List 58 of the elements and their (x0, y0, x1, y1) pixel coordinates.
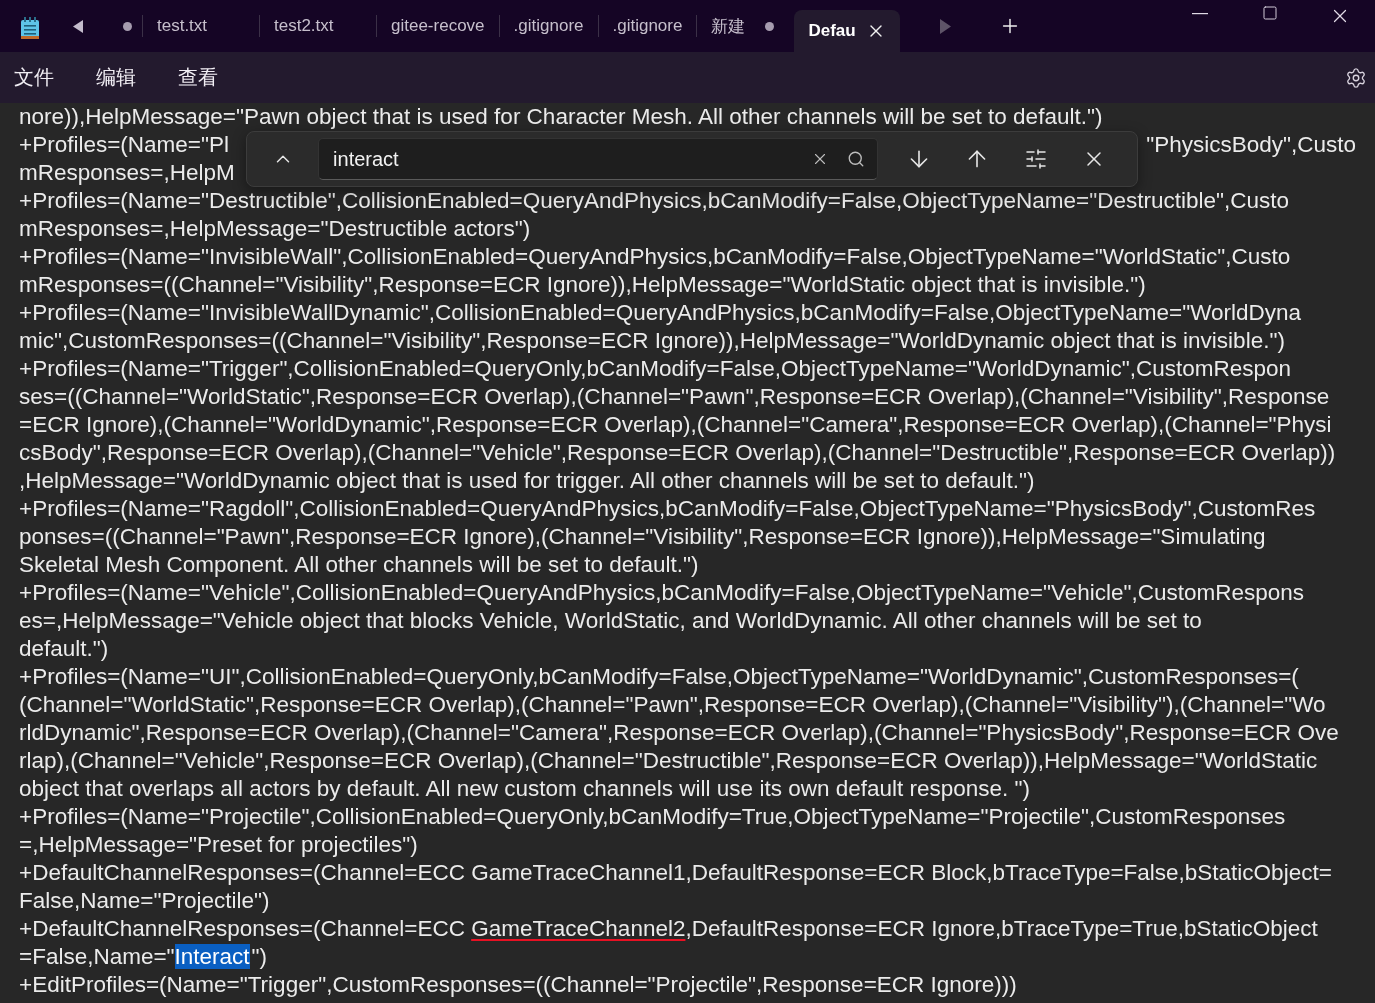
code-line: mic",CustomResponses=((Channel="Visibility",Response=ECR Ignore)),HelpMessage="WorldDynamic object that is invisible.") (19, 327, 1286, 355)
code-line: +DefaultChannelResponses=(Channel=ECC GameTraceChannel1,DefaultResponse=ECR Block,bTraceType=False,bStaticObject= (19, 859, 1333, 887)
code-line: nore)),HelpMessage="Pawn object that is used for Character Mesh. All other channels will be set to default.") (19, 103, 1104, 131)
tab[interactable]: .gitignore (598, 0, 697, 52)
selected-text: Interact (174, 944, 250, 969)
code-line: False,Name="Projectile") (19, 887, 271, 915)
code-line: +Profiles=(Name="Trigger",CollisionEnabled=QueryOnly,bCanModify=False,ObjectTypeName="WorldDynamic",CustomRespon (19, 355, 1293, 383)
code-text: +DefaultChannelResponses=(Channel=ECC (19, 916, 466, 941)
code-line: +Profiles=(Name="InvisibleWall",CollisionEnabled=QueryAndPhysics,bCanModify=False,ObjectTypeName="WorldStatic",Custo (19, 243, 1292, 271)
code-line: +Profiles=(Name="Destructible",CollisionEnabled=QueryAndPhysics,bCanModify=False,ObjectTypeName="Destructible",Custo (19, 187, 1291, 215)
maximize-icon (1262, 5, 1278, 21)
tab[interactable]: Defau (794, 10, 900, 52)
code-line: =,HelpMessage="Preset for projectiles") (19, 831, 419, 859)
notepad-icon (20, 17, 40, 39)
sliders-icon (1023, 147, 1048, 171)
code-line: rldDynamic",Response=ECR Overlap),(Channel="Camera",Response=ECR Overlap),(Channel="PhysicsBody",Response=ECR Ove (19, 719, 1340, 747)
code-text: ,DefaultResponse=ECR Ignore,bTraceType=True,bStaticObject (685, 916, 1318, 941)
code-line: +Profiles=(Name="Projectile",CollisionEnabled=QueryOnly,bCanModify=True,ObjectTypeName="Projectile",CustomResponses (19, 803, 1287, 831)
tab[interactable]: test.txt (143, 0, 259, 52)
code-line: csBody",Response=ECR Overlap),(Channel="Vehicle",Response=ECR Overlap),(Channel="Destructible",Response=ECR Overlap)) (19, 439, 1337, 467)
code-line: es=,HelpMessage="Vehicle object that blocks Vehicle, WorldStatic, and WorldDynamic. All other channels will be set to (19, 607, 1203, 635)
tab[interactable]: gitee-recove (377, 0, 499, 52)
settings-button[interactable] (1345, 66, 1367, 89)
code-line: Skeletal Mesh Component. All other channels will be set to default.") (19, 551, 700, 579)
code-line: mResponses=,HelpM (19, 159, 235, 187)
code-line: object that overlaps all actors by default. All new custom channels will use its own default response. ") (19, 775, 1031, 803)
code-line: +EditProfiles=(Name="Trigger",CustomResponses=((Channel="Projectile",Response=ECR Ignore))) (19, 971, 1018, 999)
tab[interactable]: .gitignore (499, 0, 598, 52)
find-input[interactable]: interact (333, 147, 799, 171)
code-text: ") (251, 944, 268, 969)
code-line: rlap),(Channel="Vehicle",Response=ECR Overlap),(Channel="Destructible",Response=ECR Overlap)),HelpMessage="WorldStatic (19, 747, 1319, 775)
code-line: +Profiles=(Name="Vehicle",CollisionEnabled=QueryAndPhysics,bCanModify=False,ObjectTypeName="Vehicle",CustomRespons (19, 579, 1306, 607)
code-line: default.") (19, 635, 110, 663)
menu-item[interactable]: 文件 (14, 64, 54, 91)
code-line: ponses=((Channel="Pawn",Response=ECR Ignore),(Channel="Visibility",Response=ECR Ignore)),HelpMessage="Simulating (19, 523, 1267, 551)
scroll-right-icon[interactable] (940, 18, 952, 34)
scroll-left-icon[interactable] (72, 19, 84, 33)
code-line: ,HelpMessage="WorldDynamic object that is used for trigger. All other channels will be set to default.") (19, 467, 1036, 495)
code-text: =False,Name=" (19, 944, 175, 969)
code-line: +Profiles=(Name="Pl (19, 131, 229, 159)
code-line: mResponses=((Channel="Visibility",Response=ECR Ignore)),HelpMessage="WorldStatic object that is invisible.") (19, 271, 1147, 299)
settings-icon (1345, 66, 1367, 89)
tab[interactable]: 新建 (697, 0, 789, 52)
code-line: =ECR Ignore),(Channel="WorldDynamic",Response=ECR Overlap),(Channel="Camera",Response=ECR Overlap),(Channel="Physi (19, 411, 1333, 439)
code-line: +Profiles=(Name="UI",CollisionEnabled=QueryOnly,bCanModify=False,ObjectTypeName="WorldDynamic",CustomResponses=( (19, 663, 1300, 691)
menu-item[interactable]: 查看 (178, 64, 218, 91)
code-line: ses=((Channel="WorldStatic",Response=ECR Overlap),(Channel="Pawn",Response=ECR Overlap),(Channel="Visibility",Response (19, 383, 1331, 411)
code-line: (Channel="WorldStatic",Response=ECR Overlap),(Channel="Pawn",Response=ECR Overlap),(Channel="Visibility"),(Channel="Wo (19, 691, 1327, 719)
code-line: +Profiles=(Name="Ragdoll",CollisionEnabled=QueryAndPhysics,bCanModify=False,ObjectTypeName="PhysicsBody",CustomRes (19, 495, 1317, 523)
menu-item[interactable]: 编辑 (96, 64, 136, 91)
tab[interactable]: test2.txt (260, 0, 376, 52)
code-line: +Profiles=(Name="InvisibleWallDynamic",CollisionEnabled=QueryAndPhysics,bCanModify=False,ObjectTypeName="WorldDyna (19, 299, 1303, 327)
find-field[interactable]: interact (318, 138, 878, 180)
misspelled-word: GameTraceChannel2 (471, 916, 686, 941)
code-line: "PhysicsBody",Custo (1146, 131, 1356, 159)
minimize-icon (1192, 13, 1208, 15)
code-line: mResponses=,HelpMessage="Destructible actors") (19, 215, 532, 243)
unsaved-dot-icon (122, 21, 132, 31)
